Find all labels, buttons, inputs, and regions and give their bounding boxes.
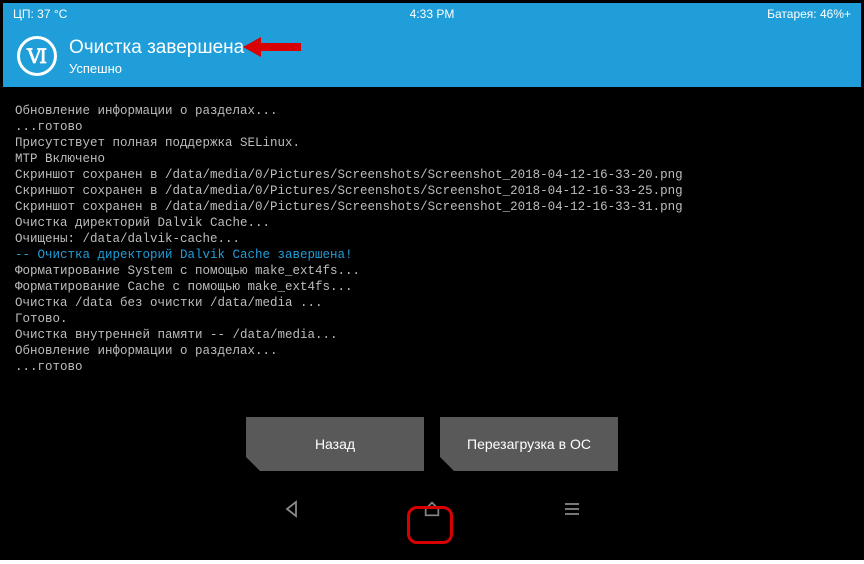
device-frame: ЦП: 37 °C 4:33 PM Батарея: 46%+ Ⅵ Очистк… xyxy=(0,0,864,560)
console-line: Очистка /data без очистки /data/media ..… xyxy=(15,295,849,311)
nav-back-icon[interactable] xyxy=(282,499,302,519)
logo-glyph: Ⅵ xyxy=(27,44,47,69)
header: Ⅵ Очистка завершена Успешно xyxy=(3,25,861,87)
page-title: Очистка завершена xyxy=(69,37,244,59)
console-line: Очищены: /data/dalvik-cache... xyxy=(15,231,849,247)
console-line: Форматирование Cache с помощью make_ext4… xyxy=(15,279,849,295)
twrp-logo-icon: Ⅵ xyxy=(17,36,57,76)
console-line: ...готово xyxy=(15,119,849,135)
nav-menu-icon[interactable] xyxy=(562,499,582,519)
console-line: Скриншот сохранен в /data/media/0/Pictur… xyxy=(15,183,849,199)
console-line: ...готово xyxy=(15,359,849,375)
console-line: Очистка директорий Dalvik Cache... xyxy=(15,215,849,231)
cpu-temp: ЦП: 37 °C xyxy=(13,7,67,21)
console-line: Очистка внутренней памяти -- /data/media… xyxy=(15,327,849,343)
console-line: Скриншот сохранен в /data/media/0/Pictur… xyxy=(15,199,849,215)
battery-status: Батарея: 46%+ xyxy=(767,7,851,21)
nav-bar xyxy=(3,479,861,539)
reboot-button[interactable]: Перезагрузка в ОС xyxy=(440,417,618,471)
console-line: Готово. xyxy=(15,311,849,327)
back-button[interactable]: Назад xyxy=(246,417,424,471)
console-line: Форматирование System с помощью make_ext… xyxy=(15,263,849,279)
page-subtitle: Успешно xyxy=(69,61,244,76)
console-line: -- Очистка директорий Dalvik Cache завер… xyxy=(15,247,849,263)
clock: 4:33 PM xyxy=(410,7,455,21)
console-line: Скриншот сохранен в /data/media/0/Pictur… xyxy=(15,167,849,183)
console-line: Обновление информации о разделах... xyxy=(15,103,849,119)
console-line: Присутствует полная поддержка SELinux. xyxy=(15,135,849,151)
console-log[interactable]: Обновление информации о разделах......го… xyxy=(3,87,861,413)
console-line: MTP Включено xyxy=(15,151,849,167)
button-row: Назад Перезагрузка в ОС xyxy=(3,413,861,479)
header-text: Очистка завершена Успешно xyxy=(69,37,244,76)
annotation-arrow xyxy=(243,37,301,57)
nav-home-icon[interactable] xyxy=(422,499,442,519)
console-line: Обновление информации о разделах... xyxy=(15,343,849,359)
status-bar: ЦП: 37 °C 4:33 PM Батарея: 46%+ xyxy=(3,3,861,25)
